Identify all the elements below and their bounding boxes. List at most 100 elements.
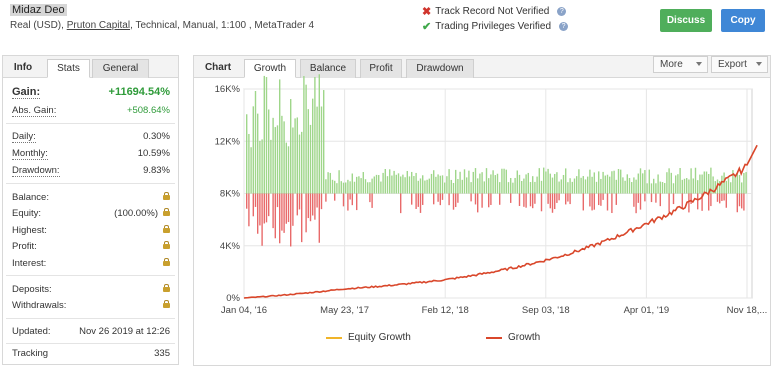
discuss-button[interactable]: Discuss (660, 9, 712, 32)
profit-bar (615, 179, 617, 194)
loss-bar (314, 193, 316, 220)
profit-bar (466, 177, 468, 194)
profit-bar (283, 121, 285, 194)
profit-bar (567, 182, 569, 194)
loss-bar (301, 193, 303, 243)
lock-icon (163, 225, 170, 236)
profit-bar (646, 183, 648, 194)
loss-bar (437, 193, 439, 202)
profit-bar (558, 181, 560, 194)
loss-bar (659, 193, 661, 207)
profit-bar (488, 178, 490, 194)
profit-bar (441, 175, 444, 194)
legend-growth-label: Growth (508, 332, 541, 343)
loss-bar (439, 193, 441, 206)
legend-growth[interactable]: Growth (486, 332, 540, 343)
profit-bar (298, 134, 301, 194)
trading-privileges-status: ✔ Trading Privileges Verified ? (422, 20, 569, 33)
profit-bar (340, 181, 342, 194)
help-icon[interactable]: ? (557, 7, 567, 16)
profit-bar (584, 179, 587, 194)
loss-bar (549, 193, 551, 209)
loss-bar (736, 193, 738, 213)
profit-bar (551, 177, 554, 194)
profit-bar (250, 147, 252, 194)
withdrawals-row: Withdrawals: (12, 300, 170, 314)
profit-bar (248, 133, 250, 194)
profit-bar (571, 181, 573, 194)
loss-bar (600, 193, 602, 206)
profit-bar (642, 173, 644, 194)
tab-stats[interactable]: Stats (47, 59, 90, 78)
loss-bar (422, 193, 424, 205)
profit-bar (580, 177, 582, 194)
profit-bar (523, 178, 525, 194)
profit-bar (336, 183, 338, 194)
chart-panel: Chart Growth Balance Profit Drawdown Mor… (193, 55, 771, 366)
deposits-label: Deposits: (12, 284, 52, 295)
updated-row: Updated: Nov 26 2019 at 12:26 (12, 326, 170, 340)
lock-icon (163, 300, 170, 311)
tab-info[interactable]: Info (7, 59, 39, 78)
loss-bar (400, 193, 402, 214)
divider (6, 343, 175, 344)
profit-bar (455, 169, 457, 194)
loss-bar (252, 193, 254, 217)
loss-bar (716, 193, 719, 202)
account-header: Midaz Deo Real (USD), Pruton Capital, Te… (0, 0, 775, 40)
tab-general[interactable]: General (92, 59, 149, 78)
profit-bar (422, 175, 424, 194)
loss-bar (690, 193, 692, 204)
profit-bar (400, 176, 402, 194)
profit-bar (745, 172, 747, 194)
daily-value: 0.30% (143, 131, 170, 142)
profit-bar (659, 181, 661, 194)
copy-button[interactable]: Copy (721, 9, 765, 32)
profit-bar (435, 176, 437, 194)
profit-bar (481, 172, 483, 194)
profit-bar (620, 169, 622, 194)
loss-bar (320, 193, 323, 210)
tracking-label: Tracking (12, 348, 49, 359)
loss-bar (510, 193, 512, 203)
loss-bar (708, 193, 710, 211)
loss-bar (279, 193, 281, 244)
profit-bar (437, 174, 439, 194)
profit-bar (415, 172, 417, 194)
profit-bar (650, 183, 653, 194)
profit-bar (305, 84, 307, 194)
profit-bar (342, 182, 345, 194)
profit-bar (532, 176, 534, 194)
monthly-label: Monthly: (12, 148, 48, 160)
loss-bar (582, 193, 584, 211)
profit-bar (439, 175, 441, 194)
profit-bar (554, 173, 556, 194)
profit-bar (675, 175, 677, 194)
loss-bar (611, 193, 613, 214)
profit-bar (391, 175, 393, 194)
profit-bar (386, 176, 389, 194)
help-icon[interactable]: ? (559, 22, 569, 31)
loss-bar (312, 193, 314, 216)
profit-bar (483, 181, 485, 194)
profit-bar (331, 179, 334, 194)
loss-bar (351, 193, 353, 206)
profit-bar (395, 174, 397, 194)
profit-bar (617, 169, 620, 194)
profit-bar (670, 172, 672, 194)
loss-bar (589, 193, 591, 207)
drawdown-label: Drawdown: (12, 165, 60, 177)
profit-bar (323, 90, 325, 194)
legend-equity-growth[interactable]: Equity Growth (326, 332, 411, 343)
profit-bar (516, 170, 518, 194)
loss-bar (688, 193, 690, 213)
profit-bar (666, 172, 668, 194)
loss-bar (547, 193, 549, 204)
profit-bar (613, 170, 615, 194)
daily-row: Daily: 0.30% (12, 131, 170, 145)
drawdown-value: 9.83% (143, 165, 170, 176)
interest-label: Interest: (12, 258, 47, 269)
broker-link[interactable]: Pruton Capital (67, 20, 130, 31)
loss-bar (248, 193, 250, 227)
profit-bar (664, 183, 666, 194)
